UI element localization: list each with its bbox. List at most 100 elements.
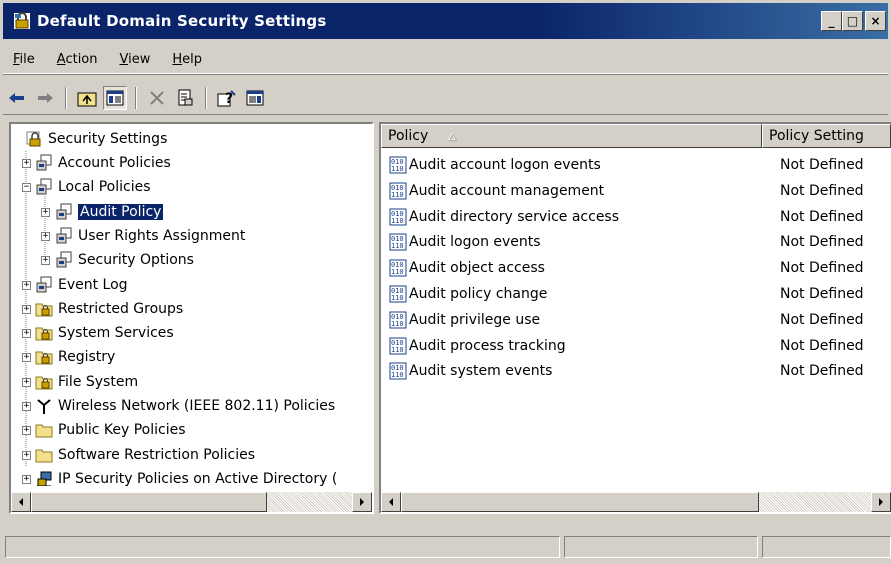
tree-expander[interactable]: +	[22, 329, 31, 339]
list-item[interactable]: 010 110 Audit account logon events Not Defi…	[381, 152, 891, 178]
list-item[interactable]: 010 110 Audit privilege use Not Defined	[381, 307, 891, 333]
audit-policy-icon: 010110	[389, 208, 407, 226]
tree-item[interactable]: Public Key Policies	[35, 419, 186, 441]
tree-item[interactable]: Account Policies	[35, 152, 171, 174]
tree-item[interactable]: Wireless Network (IEEE 802.11) Policies	[35, 395, 335, 417]
window-title: Default Domain Security Settings	[37, 12, 327, 30]
tree-item-label: Registry	[58, 349, 116, 366]
scroll-right-button[interactable]	[352, 492, 372, 512]
policy-folder-icon	[35, 327, 53, 341]
tree-expander[interactable]: +	[22, 280, 31, 290]
menu-bar: File Action View Help	[3, 45, 888, 74]
list-item[interactable]: 010 110 Audit directory service access Not …	[381, 204, 891, 230]
tree-item[interactable]: File System	[35, 371, 138, 393]
minimize-icon: _	[828, 14, 835, 28]
tree-expander[interactable]: +	[22, 450, 31, 460]
list-item[interactable]: 010 110 Audit account management Not Define…	[381, 178, 891, 204]
close-button[interactable]: ×	[865, 11, 886, 31]
maximize-button[interactable]: □	[842, 11, 863, 31]
tree-expander[interactable]: +	[41, 256, 50, 266]
up-folder-icon	[77, 92, 97, 107]
tree-item-label: Event Log	[58, 276, 128, 293]
tree-expander[interactable]: +	[22, 304, 31, 314]
policy-name: Audit logon events	[409, 234, 541, 251]
security-settings-icon	[26, 131, 41, 147]
list-item[interactable]: 010 110 Audit logon events Not Defined	[381, 229, 891, 255]
forward-button[interactable]	[33, 86, 57, 110]
tree-item-label: Security Options	[78, 252, 194, 269]
policy-node-icon	[56, 251, 72, 268]
list-item[interactable]: 010 110 Audit policy change Not Defined	[381, 281, 891, 307]
tree-item[interactable]: Security Options	[55, 249, 194, 271]
show-hide-tree-button[interactable]	[103, 86, 127, 110]
tree-horizontal-scrollbar[interactable]	[11, 492, 372, 512]
list-item[interactable]: 010 110 Audit object access Not Defined	[381, 255, 891, 281]
svg-text:110: 110	[391, 320, 404, 328]
toolbar-separator	[65, 87, 67, 109]
tree-root-security-settings[interactable]: Security Settings	[25, 128, 167, 150]
list-item[interactable]: 010 110 Audit process tracking Not Defined	[381, 333, 891, 359]
menu-help[interactable]: Help	[161, 52, 213, 67]
back-button[interactable]	[5, 86, 29, 110]
svg-text:?: ?	[225, 91, 233, 107]
policy-node-icon	[56, 203, 72, 220]
svg-text:110: 110	[391, 165, 404, 173]
policy-setting: Not Defined	[780, 311, 864, 328]
column-header-policy[interactable]: Policy △	[381, 124, 762, 148]
ip-security-icon	[37, 471, 52, 486]
delete-button[interactable]	[145, 86, 169, 110]
tree-item[interactable]: Event Log	[35, 274, 128, 296]
audit-policy-icon: 010110	[389, 259, 407, 277]
properties-button[interactable]	[173, 86, 197, 110]
tree-expander[interactable]: −	[22, 183, 31, 193]
tree-item[interactable]: Registry	[35, 346, 115, 368]
list-item[interactable]: 010 110 Audit system events Not Defined	[381, 358, 891, 384]
up-one-level-button[interactable]	[75, 86, 99, 110]
tree-expander[interactable]: +	[22, 377, 31, 387]
scroll-right-button[interactable]	[871, 492, 891, 512]
tree-expander[interactable]: +	[22, 159, 31, 168]
tree-item-label: IP Security Policies on Active Directory…	[58, 470, 338, 486]
menu-file[interactable]: File	[3, 52, 46, 67]
scroll-left-button[interactable]	[11, 492, 31, 512]
tree-item[interactable]: Restricted Groups	[35, 298, 183, 320]
tree-item-label: Local Policies	[58, 179, 151, 196]
tree-item[interactable]: IP Security Policies on Active Directory…	[35, 468, 337, 486]
scroll-thumb[interactable]	[31, 492, 267, 512]
scroll-left-button[interactable]	[381, 492, 401, 512]
tree-expander[interactable]: +	[41, 207, 50, 217]
tree-expander[interactable]: +	[22, 402, 31, 411]
help-button[interactable]: ?	[215, 86, 239, 110]
delete-icon	[150, 91, 164, 105]
tree-item[interactable]: Audit Policy	[55, 201, 165, 223]
menu-view[interactable]: View	[109, 52, 162, 67]
status-cell-2	[564, 536, 758, 558]
status-cell-main	[5, 536, 560, 558]
title-bar[interactable]: Default Domain Security Settings _ □ ×	[3, 3, 888, 39]
scroll-thumb[interactable]	[401, 492, 759, 512]
toolbar-separator	[135, 87, 137, 109]
tree-expander[interactable]: +	[22, 426, 31, 436]
column-header-policy-setting[interactable]: Policy Setting	[762, 124, 891, 148]
help-icon: ?	[217, 90, 236, 107]
policy-name: Audit system events	[409, 363, 553, 380]
tree-expander[interactable]: +	[22, 353, 31, 363]
tree-item[interactable]: User Rights Assignment	[55, 225, 245, 247]
maximize-icon: □	[846, 14, 859, 28]
policy-node-icon	[36, 154, 52, 171]
tree-item[interactable]: Local Policies	[35, 176, 151, 198]
policy-setting: Not Defined	[780, 157, 864, 173]
tree-item-label: Public Key Policies	[58, 422, 186, 439]
policy-node-icon	[36, 276, 52, 292]
list-horizontal-scrollbar[interactable]	[381, 492, 891, 512]
svg-text:110: 110	[391, 242, 404, 250]
tree-expander[interactable]: +	[22, 474, 31, 484]
policy-setting: Not Defined	[780, 182, 864, 199]
tree-item[interactable]: Software Restriction Policies	[35, 444, 255, 466]
tree-item[interactable]: System Services	[35, 322, 174, 344]
minimize-button[interactable]: _	[821, 11, 842, 31]
tree-expander[interactable]: +	[41, 231, 50, 241]
menu-action[interactable]: Action	[46, 52, 109, 67]
show-hide-action-pane-button[interactable]	[243, 86, 267, 110]
policy-name: Audit process tracking	[409, 337, 566, 354]
